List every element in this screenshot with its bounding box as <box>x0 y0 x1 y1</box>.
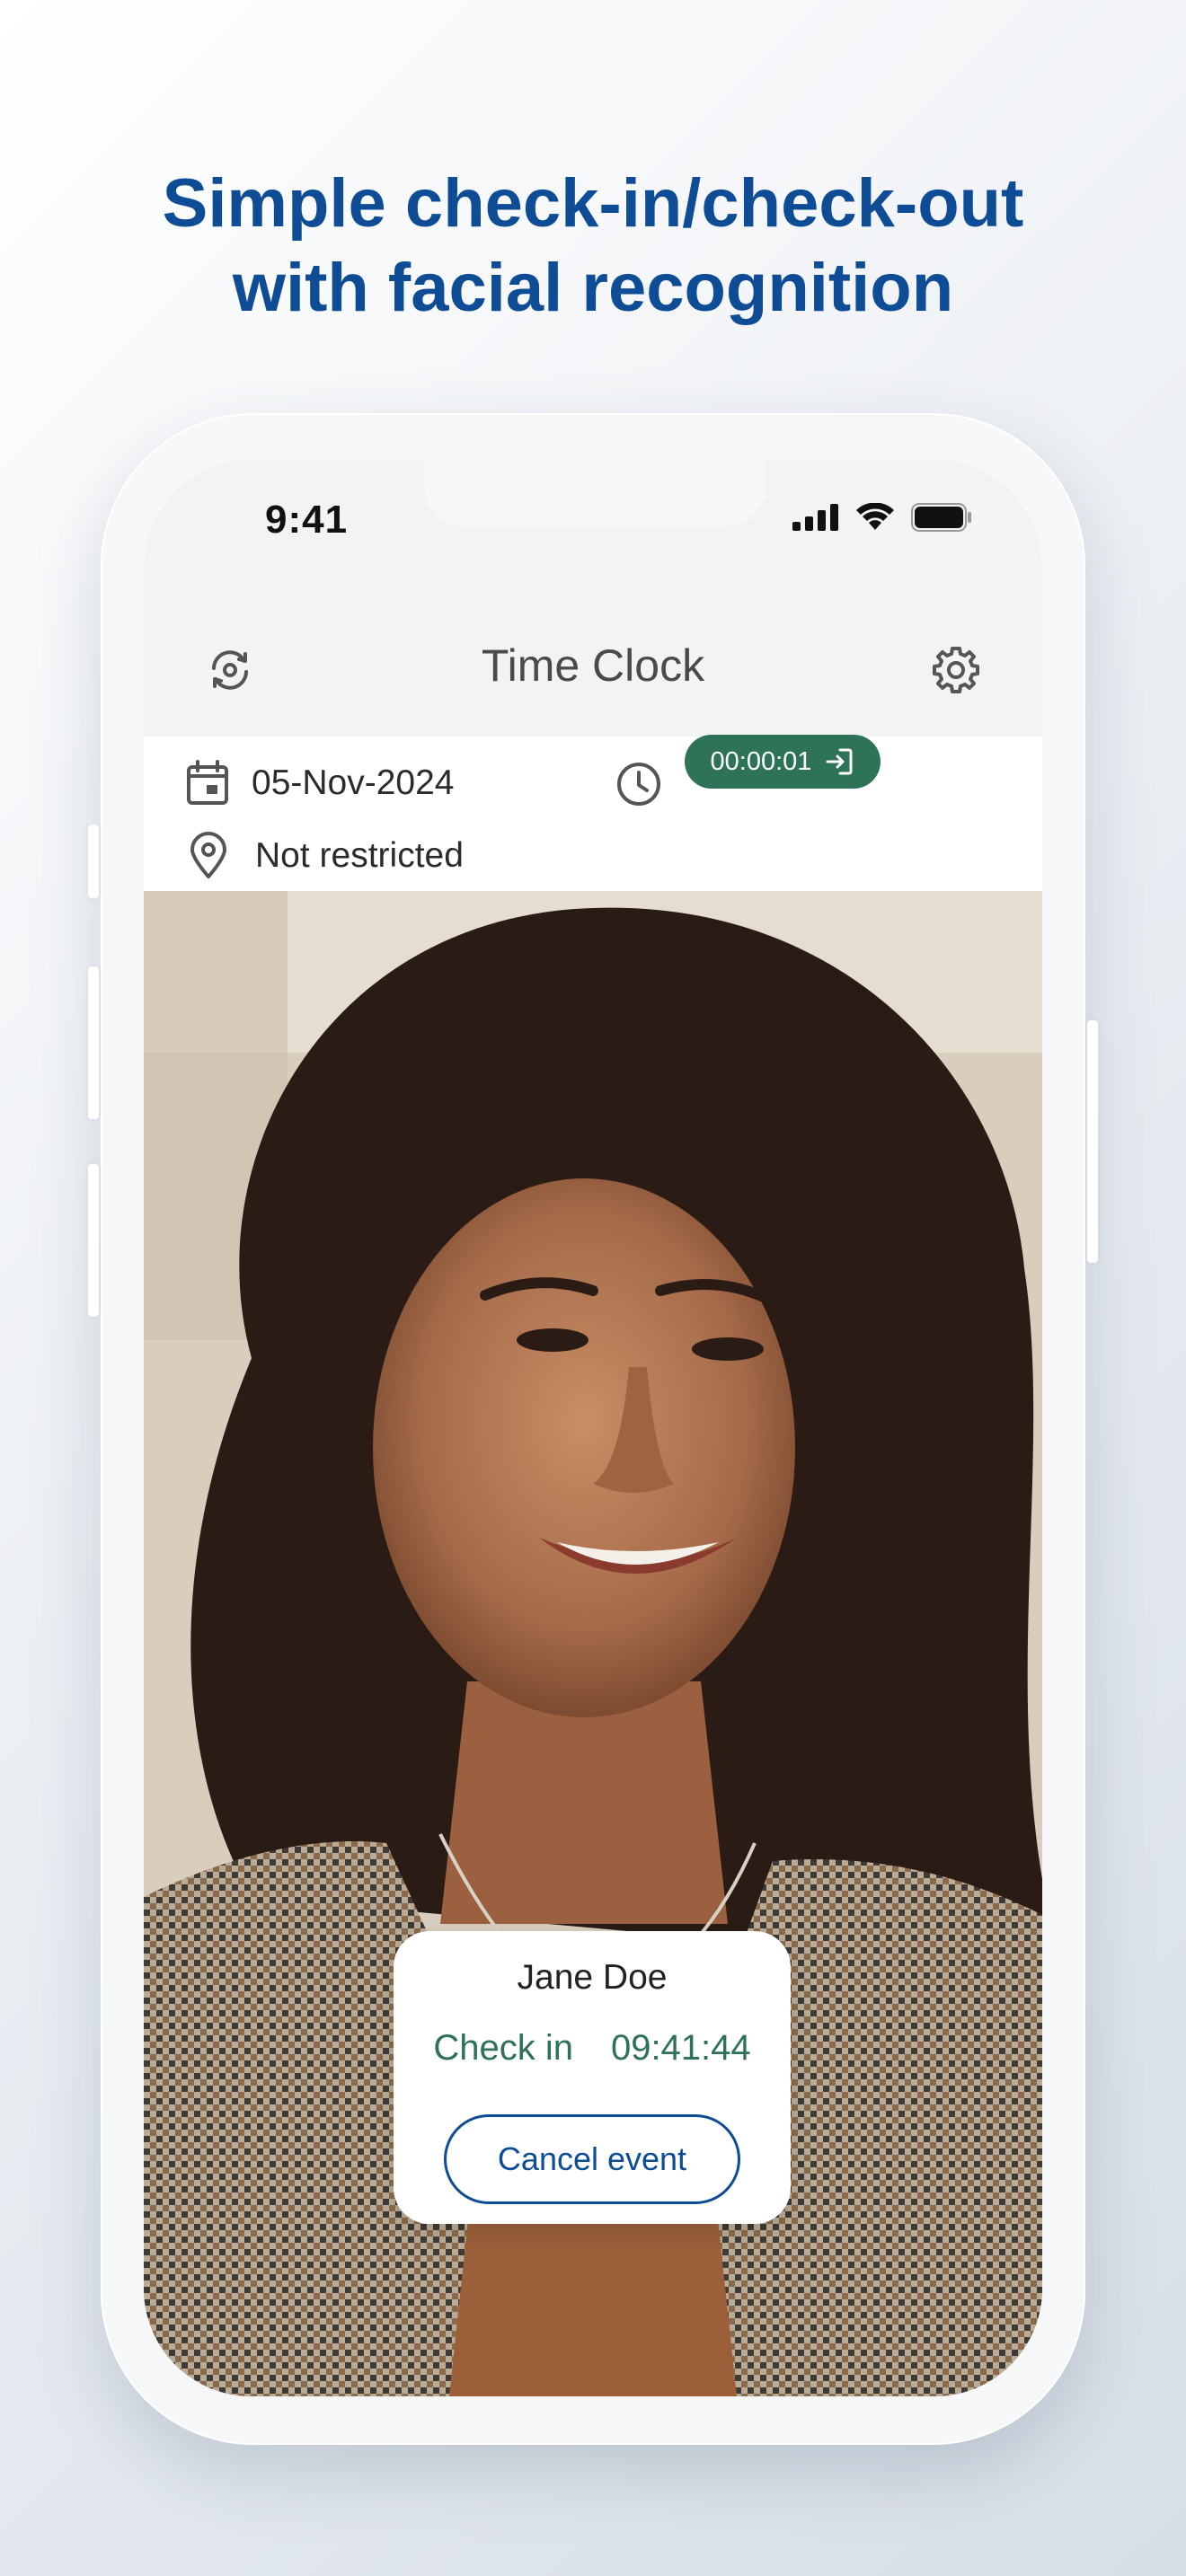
phone-screen: 9:41 Time Clock 05-Nov-2024 Not restrict… <box>144 460 1042 2396</box>
info-panel: 05-Nov-2024 Not restricted <box>144 737 1042 891</box>
phone-side-button-volume-down <box>88 1164 99 1317</box>
timer-text: 00:00:01 <box>710 746 812 776</box>
date-row: 05-Nov-2024 <box>185 760 454 807</box>
cancel-event-button[interactable]: Cancel event <box>444 2114 740 2204</box>
headline: Simple check-in/check-out with facial re… <box>0 162 1186 331</box>
event-type: Check in <box>433 2028 573 2068</box>
status-time: 9:41 <box>265 498 349 542</box>
session-timer-badge: 00:00:01 <box>685 735 881 789</box>
headline-line-1: Simple check-in/check-out <box>162 165 1024 242</box>
status-icons <box>792 503 972 532</box>
notch <box>424 460 766 526</box>
recognition-event-card: Jane Doe Check in 09:41:44 Cancel event <box>394 1931 791 2224</box>
cellular-signal-icon <box>792 504 838 531</box>
location-pin-icon <box>190 832 226 878</box>
sign-in-icon <box>826 748 853 775</box>
employee-name: Jane Doe <box>517 1958 668 1997</box>
date-text: 05-Nov-2024 <box>252 763 455 802</box>
app-title: Time Clock <box>481 640 705 691</box>
phone-side-button-power <box>1087 1020 1098 1263</box>
location-row: Not restricted <box>189 832 464 880</box>
phone-side-button-mute <box>88 825 99 898</box>
settings-button[interactable] <box>922 636 990 704</box>
calendar-icon <box>187 760 228 805</box>
event-time: 09:41:44 <box>610 2028 751 2068</box>
event-details: Check in 09:41:44 <box>394 2028 791 2069</box>
battery-icon <box>911 503 971 532</box>
clock-icon <box>617 763 660 806</box>
gear-icon <box>933 647 979 693</box>
headline-line-2: with facial recognition <box>232 250 954 326</box>
app-bar: Time Clock <box>144 604 1042 737</box>
wifi-icon <box>856 503 894 530</box>
location-text: Not restricted <box>255 836 464 875</box>
phone-side-button-volume-up <box>88 966 99 1119</box>
